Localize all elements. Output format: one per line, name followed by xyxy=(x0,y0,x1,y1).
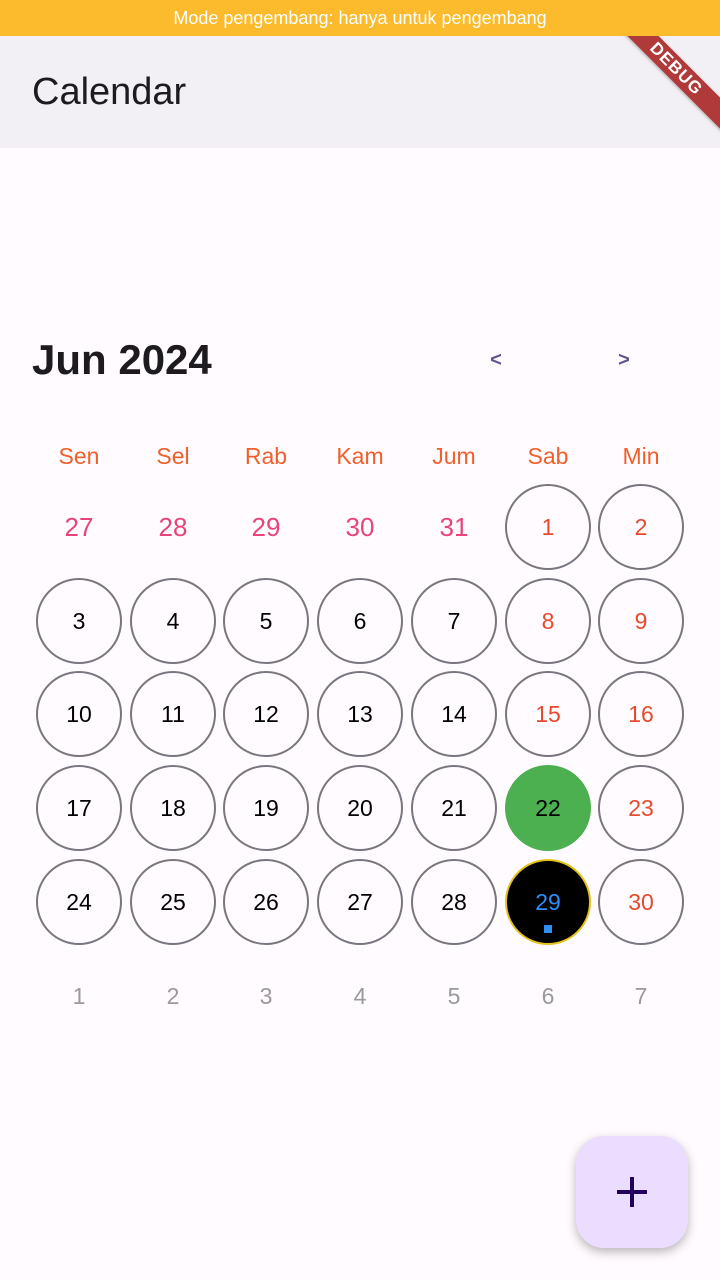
day-cell[interactable]: 17 xyxy=(36,765,122,851)
day-cell-outside-month: 6 xyxy=(541,982,555,1009)
day-cell-outside-month: 29 xyxy=(251,511,281,542)
day-cell-outside-month: 3 xyxy=(259,982,273,1009)
day-cell-outside-month: 27 xyxy=(64,511,94,542)
day-cell[interactable]: 24 xyxy=(36,859,122,945)
day-cell[interactable]: 6 xyxy=(317,578,403,664)
add-event-button[interactable] xyxy=(576,1136,688,1248)
day-cell[interactable]: 2 xyxy=(598,484,684,570)
previous-month-button[interactable]: < xyxy=(476,340,516,380)
day-cell[interactable]: 14 xyxy=(411,671,497,757)
day-cell-outside-month: 31 xyxy=(439,511,469,542)
day-cell-outside-month: 2 xyxy=(166,982,180,1009)
plus-icon xyxy=(617,1177,647,1207)
day-cell[interactable]: 7 xyxy=(411,578,497,664)
day-cell[interactable]: 19 xyxy=(223,765,309,851)
day-cell-outside-month: 4 xyxy=(353,982,367,1009)
day-cell[interactable]: 8 xyxy=(505,578,591,664)
weekday-label: Kam xyxy=(336,443,384,469)
day-cell-today[interactable]: 29 xyxy=(505,859,591,945)
day-cell-outside-month: 5 xyxy=(447,982,461,1009)
day-cell-outside-month: 7 xyxy=(634,982,648,1009)
day-cell[interactable]: 1 xyxy=(505,484,591,570)
weekday-label: Sel xyxy=(156,443,190,469)
day-cell[interactable]: 23 xyxy=(598,765,684,851)
app-bar: Calendar xyxy=(0,36,720,148)
weekday-label: Sab xyxy=(527,443,569,469)
day-cell[interactable]: 21 xyxy=(411,765,497,851)
day-cell-outside-month: 1 xyxy=(72,982,86,1009)
weekday-label: Rab xyxy=(244,443,288,469)
day-cell[interactable]: 9 xyxy=(598,578,684,664)
day-cell[interactable]: 28 xyxy=(411,859,497,945)
day-cell-outside-month: 28 xyxy=(158,511,188,542)
day-cell-outside-month: 30 xyxy=(345,511,375,542)
weekday-label: Min xyxy=(622,443,660,469)
weekday-label: Jum xyxy=(432,443,476,469)
day-cell[interactable]: 26 xyxy=(223,859,309,945)
developer-mode-banner: Mode pengembang: hanya untuk pengembang xyxy=(0,0,720,36)
day-cell[interactable]: 11 xyxy=(130,671,216,757)
event-marker-icon xyxy=(544,925,552,933)
weekday-label: Sen xyxy=(58,443,100,469)
day-cell[interactable]: 13 xyxy=(317,671,403,757)
day-cell[interactable]: 4 xyxy=(130,578,216,664)
day-cell[interactable]: 18 xyxy=(130,765,216,851)
day-cell[interactable]: 10 xyxy=(36,671,122,757)
day-cell[interactable]: 3 xyxy=(36,578,122,664)
month-title: Jun 2024 xyxy=(32,336,212,383)
day-cell-selected[interactable]: 22 xyxy=(505,765,591,851)
day-cell[interactable]: 25 xyxy=(130,859,216,945)
day-cell[interactable]: 16 xyxy=(598,671,684,757)
day-cell[interactable]: 20 xyxy=(317,765,403,851)
day-cell[interactable]: 5 xyxy=(223,578,309,664)
day-cell[interactable]: 27 xyxy=(317,859,403,945)
day-cell[interactable]: 15 xyxy=(505,671,591,757)
page-title: Calendar xyxy=(32,71,187,113)
day-cell[interactable]: 30 xyxy=(598,859,684,945)
next-month-button[interactable]: > xyxy=(604,340,644,380)
day-cell[interactable]: 12 xyxy=(223,671,309,757)
